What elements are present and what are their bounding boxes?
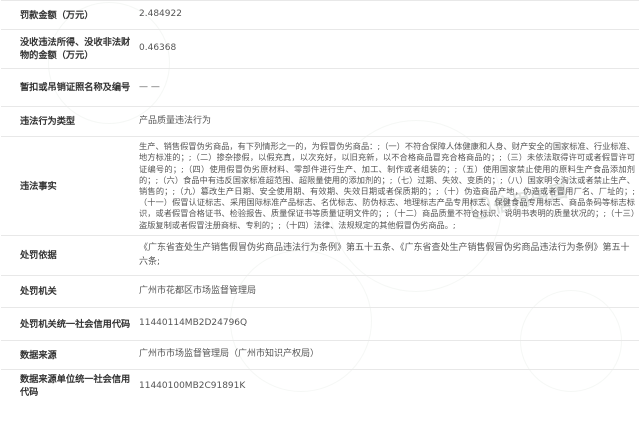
table-row: 处罚机关统一社会信用代码 11440114MB2D24796Q: [1, 307, 639, 341]
confiscation-amount-value: 0.46368: [138, 29, 639, 69]
source-credit-code-label: 数据来源单位统一社会信用代码: [1, 369, 138, 403]
table-row: 处罚依据 《广东省查处生产销售假冒伪劣商品违法行为条例》第五十五条、《广东省查处…: [1, 235, 639, 276]
table-row: 没收违法所得、没收非法财物的金额（万元） 0.46368: [1, 29, 639, 69]
table-row: 处罚机关 广州市花都区市场监督管理局: [1, 275, 639, 308]
penalty-authority-value: 广州市花都区市场监督管理局: [138, 275, 639, 308]
license-label: 暂扣或吊销证照名称及编号: [1, 68, 138, 107]
penalty-basis-value: 《广东省查处生产销售假冒伪劣商品违法行为条例》第五十五条、《广东省查处生产销售假…: [138, 235, 639, 276]
table-row: 罚款金额（万元） 2.484922: [1, 0, 639, 30]
source-credit-code-value: 11440100MB2C91891K: [138, 369, 639, 403]
authority-credit-code-label: 处罚机关统一社会信用代码: [1, 307, 138, 341]
penalty-detail-table: 罚款金额（万元） 2.484922 没收违法所得、没收非法财物的金额（万元） 0…: [1, 0, 639, 403]
data-source-label: 数据来源: [1, 340, 138, 370]
penalty-basis-label: 处罚依据: [1, 235, 138, 276]
violation-facts-label: 违法事实: [1, 136, 138, 236]
license-value: — —: [138, 68, 639, 107]
penalty-authority-label: 处罚机关: [1, 275, 138, 308]
table-row: 暂扣或吊销证照名称及编号 — —: [1, 68, 639, 107]
table-row: 数据来源单位统一社会信用代码 11440100MB2C91891K: [1, 369, 639, 403]
data-source-value: 广州市市场监督管理局（广州市知识产权局）: [138, 340, 639, 370]
table-row: 违法行为类型 产品质量违法行为: [1, 106, 639, 137]
violation-facts-value: 生产、销售假冒伪劣商品，有下列情形之一的，为假冒伪劣商品：;（一）不符合保障人体…: [138, 136, 639, 236]
confiscation-amount-label: 没收违法所得、没收非法财物的金额（万元）: [1, 29, 138, 69]
violation-type-value: 产品质量违法行为: [138, 106, 639, 137]
authority-credit-code-value: 11440114MB2D24796Q: [138, 307, 639, 341]
table-row: 违法事实 生产、销售假冒伪劣商品，有下列情形之一的，为假冒伪劣商品：;（一）不符…: [1, 136, 639, 236]
fine-amount-label: 罚款金额（万元）: [1, 0, 138, 30]
table-row: 数据来源 广州市市场监督管理局（广州市知识产权局）: [1, 340, 639, 370]
fine-amount-value: 2.484922: [138, 0, 639, 30]
violation-type-label: 违法行为类型: [1, 106, 138, 137]
